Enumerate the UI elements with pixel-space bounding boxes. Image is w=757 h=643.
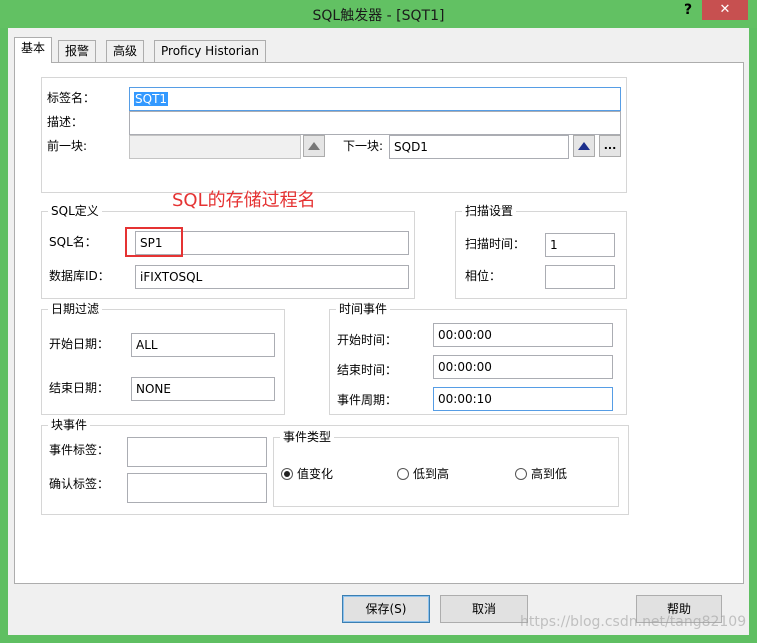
tab-advanced[interactable]: 高级	[106, 40, 145, 62]
next-block-input[interactable]: SQD1	[389, 135, 569, 159]
block-event-group-label: 块事件	[48, 418, 91, 432]
tag-name-label: 标签名：	[47, 91, 96, 105]
tab-basic[interactable]: 基本	[14, 37, 53, 63]
scan-time-label: 扫描时间：	[465, 237, 526, 251]
dialog-client-area: 基本 报警 高级 Proficy Historian 标签名： SQT1 描述：…	[8, 28, 749, 635]
ack-tag-input[interactable]	[127, 473, 267, 503]
help-icon[interactable]: ?	[676, 0, 700, 20]
radio-high-to-low[interactable]: 高到低	[515, 467, 567, 483]
window-title: SQL触发器 - [SQT1]	[312, 8, 445, 24]
prev-block-label: 前一块:	[47, 139, 88, 153]
radio-selected-icon	[281, 468, 293, 480]
event-tag-input[interactable]	[127, 437, 267, 467]
event-tag-label: 事件标签：	[49, 443, 110, 457]
next-block-label: 下一块:	[343, 139, 384, 153]
period-input[interactable]: 00:00:10	[433, 387, 613, 411]
end-time-input[interactable]: 00:00:00	[433, 355, 613, 379]
end-time-label: 结束时间：	[337, 363, 398, 377]
radio-high-to-low-label: 高到低	[531, 467, 568, 481]
scan-settings-group-label: 扫描设置	[462, 204, 517, 218]
radio-low-to-high[interactable]: 低到高	[397, 467, 449, 483]
phase-label: 相位：	[465, 269, 502, 283]
radio-unselected-icon	[397, 468, 409, 480]
description-input[interactable]	[129, 111, 621, 135]
tag-name-value: SQT1	[134, 92, 169, 106]
radio-value-change-label: 值变化	[297, 467, 334, 481]
tab-proficy-historian[interactable]: Proficy Historian	[154, 40, 266, 62]
radio-unselected-icon	[515, 468, 527, 480]
start-time-label: 开始时间：	[337, 333, 398, 347]
watermark-text: https://blog.csdn.net/tang82109	[520, 614, 747, 630]
cancel-button[interactable]: 取消	[440, 595, 528, 623]
period-label: 事件周期：	[337, 393, 398, 407]
save-button[interactable]: 保存(S)	[342, 595, 430, 623]
time-event-group-label: 时间事件	[336, 302, 391, 316]
tab-panel-basic: 标签名： SQT1 描述： 前一块: 下一块: SQD1 ... SQL定义 S…	[14, 62, 744, 584]
ack-tag-label: 确认标签：	[49, 477, 110, 491]
tab-alarm[interactable]: 报警	[58, 40, 97, 62]
prev-block-up-button[interactable]	[303, 135, 325, 157]
event-type-group-label: 事件类型	[280, 430, 335, 444]
close-icon[interactable]: ✕	[702, 0, 748, 20]
end-date-input[interactable]: NONE	[131, 377, 275, 401]
end-date-label: 结束日期：	[49, 381, 110, 395]
next-block-up-button[interactable]	[573, 135, 595, 157]
sql-def-group-label: SQL定义	[48, 204, 102, 218]
up-triangle-icon	[308, 142, 320, 150]
sql-name-label: SQL名：	[49, 235, 97, 249]
tag-name-input[interactable]: SQT1	[129, 87, 621, 111]
db-id-label: 数据库ID：	[49, 269, 110, 283]
browse-button[interactable]: ...	[599, 135, 621, 157]
up-triangle-icon	[578, 142, 590, 150]
scan-time-input[interactable]: 1	[545, 233, 615, 257]
sql-trigger-window: SQL触发器 - [SQT1] ? ✕ 基本 报警 高级 Proficy His…	[0, 0, 757, 643]
radio-value-change[interactable]: 值变化	[281, 467, 333, 483]
radio-low-to-high-label: 低到高	[413, 467, 450, 481]
start-date-label: 开始日期：	[49, 337, 110, 351]
annotation-highlight-box	[125, 227, 183, 257]
phase-input[interactable]	[545, 265, 615, 289]
prev-block-input	[129, 135, 301, 159]
annotation-text: SQL的存储过程名	[172, 190, 316, 211]
description-label: 描述：	[47, 115, 84, 129]
start-date-input[interactable]: ALL	[131, 333, 275, 357]
date-filter-group-label: 日期过滤	[48, 302, 103, 316]
start-time-input[interactable]: 00:00:00	[433, 323, 613, 347]
title-bar[interactable]: SQL触发器 - [SQT1] ? ✕	[0, 0, 757, 28]
db-id-input[interactable]: iFIXTOSQL	[135, 265, 409, 289]
